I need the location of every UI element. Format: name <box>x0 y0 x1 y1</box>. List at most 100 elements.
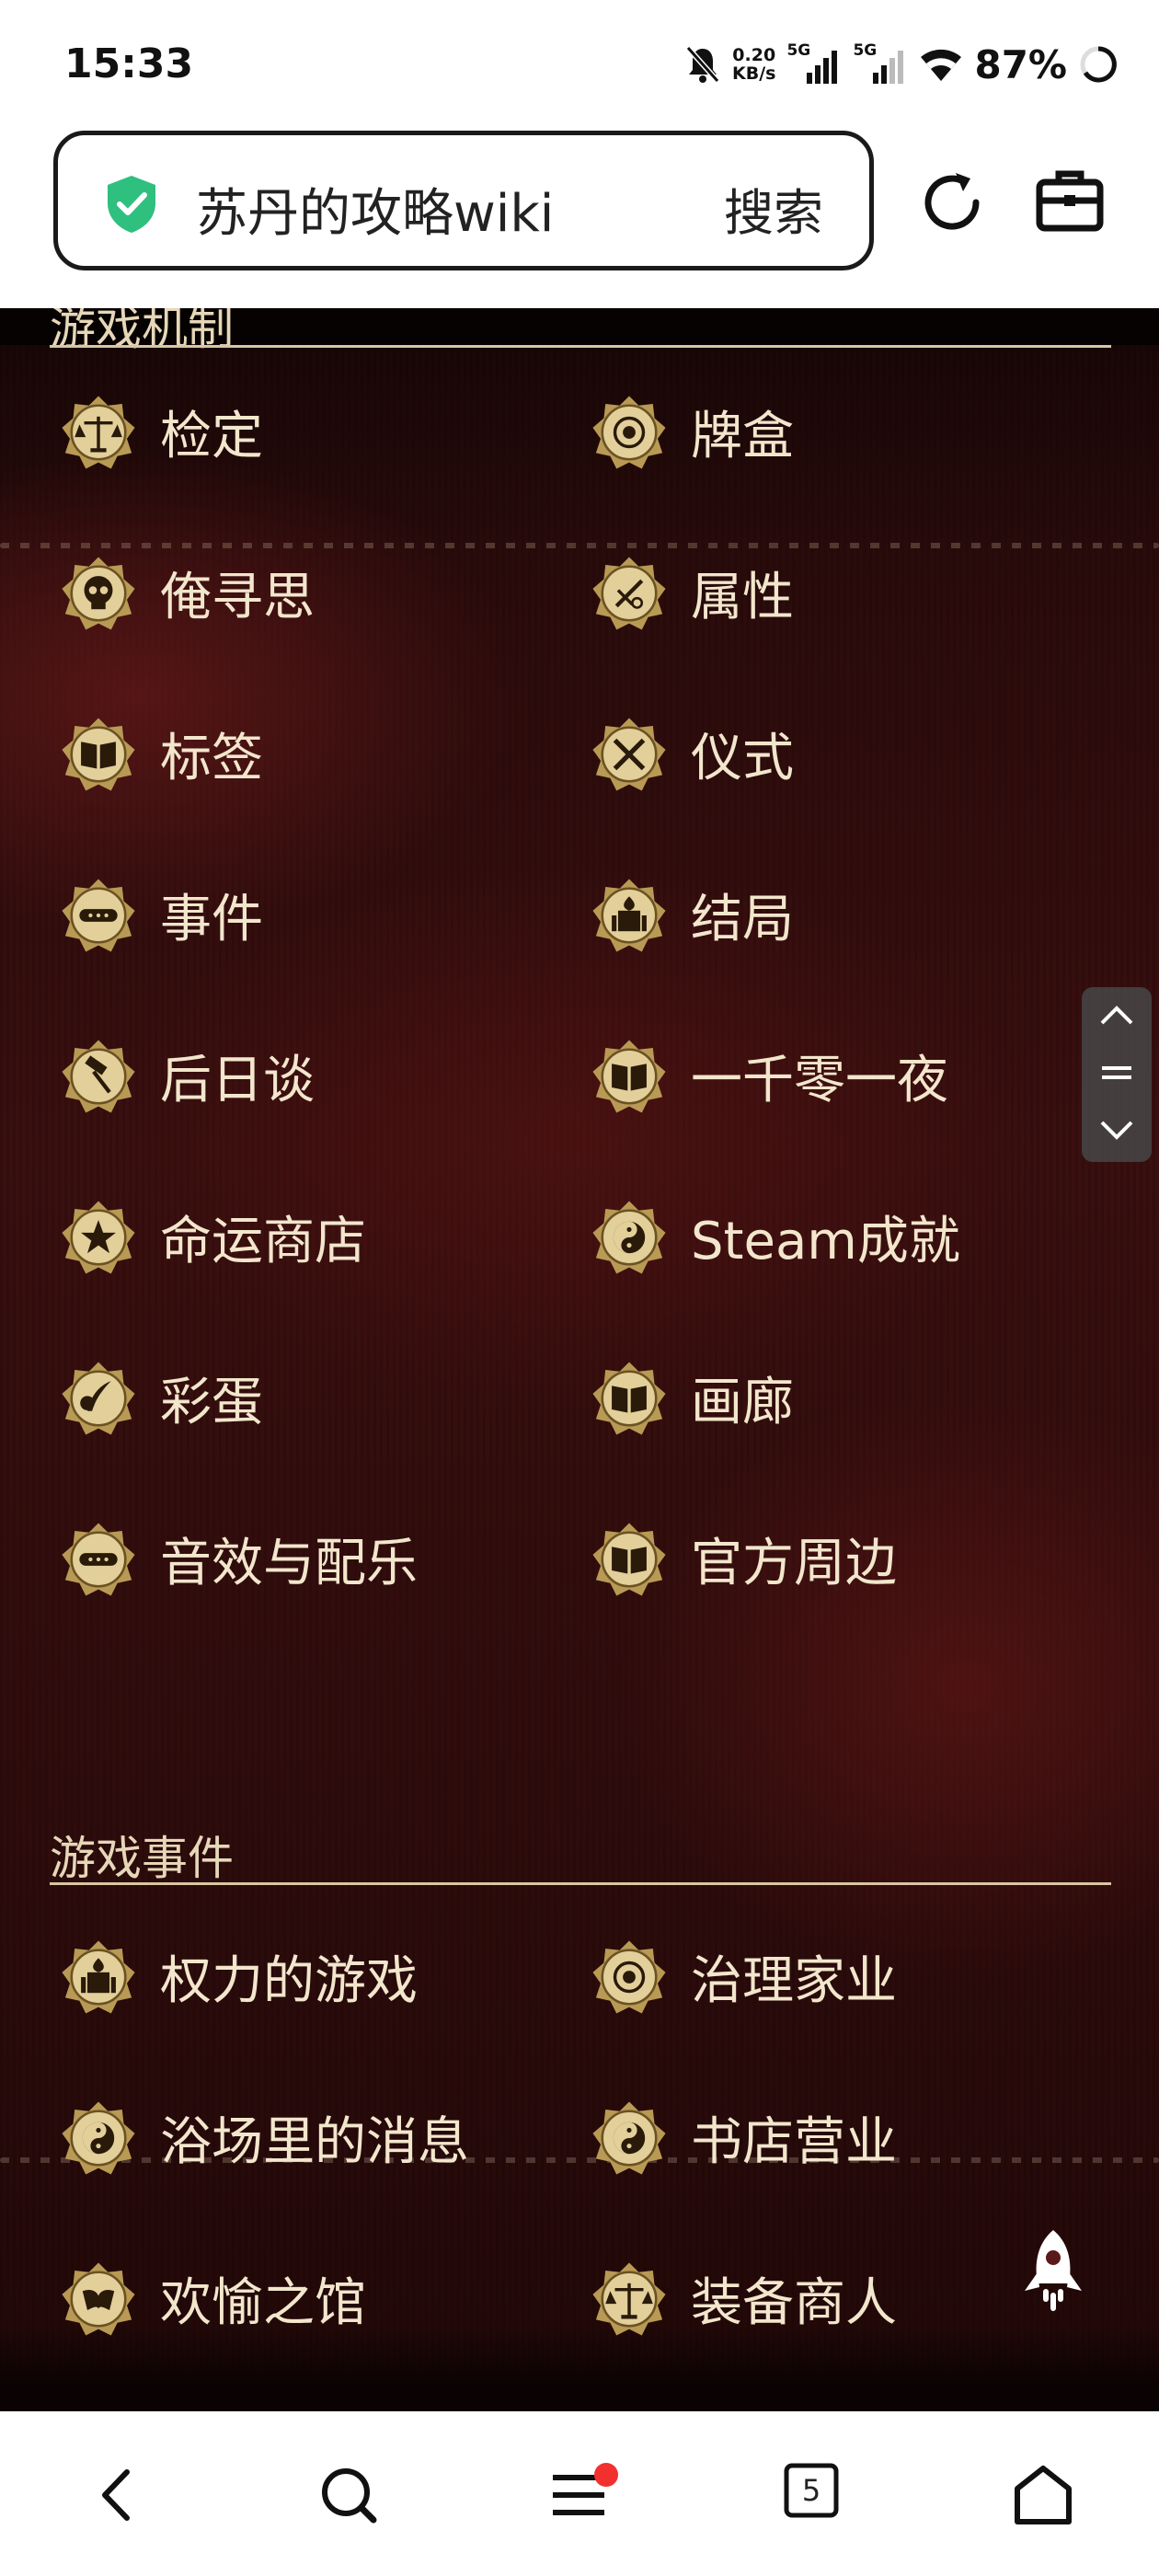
wiki-link-label: 彩蛋 <box>160 1373 263 1432</box>
book-icon <box>590 1359 669 1438</box>
search-button[interactable]: 搜索 <box>724 172 823 245</box>
wiki-link-item[interactable]: 官方周边 <box>580 1478 1107 1639</box>
wiki-link-item[interactable]: 仪式 <box>580 673 1107 834</box>
battery-percent: 87% <box>974 41 1067 87</box>
wiki-link-item[interactable]: 浴场里的消息 <box>50 2057 580 2218</box>
book-icon <box>590 1037 669 1116</box>
tabs-icon[interactable]: 5 <box>784 2463 839 2518</box>
book-icon <box>590 1520 669 1599</box>
tab-count: 5 <box>801 2473 821 2508</box>
wiki-link-item[interactable]: 俺寻思 <box>50 512 580 673</box>
chevron-up-icon[interactable] <box>1098 1001 1135 1032</box>
wiki-link-label: 欢愉之馆 <box>160 2273 366 2333</box>
wiki-link-label: 仪式 <box>691 729 794 788</box>
net-speed-unit: KB/s <box>732 63 776 84</box>
sim2-label: 5G <box>853 41 878 60</box>
status-time: 15:33 <box>64 40 194 87</box>
crossed-swords-icon <box>590 715 669 794</box>
section-divider <box>50 345 1111 348</box>
wiki-link-label: 治理家业 <box>691 1951 897 2011</box>
book-icon <box>59 715 138 794</box>
wiki-link-item[interactable]: 属性 <box>580 512 1107 673</box>
scroll-icon <box>59 876 138 955</box>
site-title: 苏丹的攻略wiki <box>196 184 555 244</box>
wifi-icon <box>919 46 963 83</box>
wiki-link-item[interactable]: 治理家业 <box>580 1896 1107 2057</box>
wiki-link-label: 事件 <box>160 890 263 949</box>
wiki-link-item[interactable]: 画廊 <box>580 1317 1107 1478</box>
wiki-link-item[interactable]: 后日谈 <box>50 995 580 1156</box>
wiki-link-label: 权力的游戏 <box>160 1951 418 2011</box>
wiki-link-item[interactable]: 欢愉之馆 <box>50 2218 580 2379</box>
yin-yang-icon <box>59 2099 138 2178</box>
section-divider <box>50 1882 1111 1885</box>
bottom-navigation: 5 <box>0 2411 1159 2576</box>
wiki-link-label: 音效与配乐 <box>160 1534 418 1593</box>
menu-lines-icon[interactable] <box>1098 1059 1135 1090</box>
shield-check-icon <box>104 174 159 238</box>
wiki-link-item[interactable]: 检定 <box>50 351 580 512</box>
bell-off-icon <box>684 44 721 85</box>
hammer-icon <box>59 1037 138 1116</box>
wiki-link-item[interactable]: 标签 <box>50 673 580 834</box>
section-title-mechanics: 游戏机制 <box>50 308 234 355</box>
wiki-link-label: 一千零一夜 <box>691 1051 948 1110</box>
address-bar[interactable]: 苏丹的攻略wiki 搜索 <box>53 131 874 270</box>
wiki-link-label: 画廊 <box>691 1373 794 1432</box>
skull-icon <box>59 554 138 633</box>
net-speed-value: 0.20 <box>732 45 776 65</box>
palace-icon <box>590 876 669 955</box>
scales-icon <box>59 393 138 472</box>
quill-icon <box>59 1359 138 1438</box>
notification-dot <box>594 2463 618 2487</box>
wiki-link-label: 官方周边 <box>691 1534 897 1593</box>
signal-icon: 5G <box>853 41 908 87</box>
status-icons: 0.20 KB/s 5G 5G 87% <box>684 39 1119 90</box>
wiki-link-label: 属性 <box>691 568 794 627</box>
battery-ring-icon <box>1078 44 1119 85</box>
wiki-link-label: 后日谈 <box>160 1051 315 1110</box>
yin-yang-icon <box>590 1198 669 1277</box>
wiki-link-label: 结局 <box>691 890 794 949</box>
wiki-link-label: 检定 <box>160 407 263 466</box>
wiki-link-label: 装备商人 <box>691 2273 897 2333</box>
home-icon[interactable] <box>1012 2463 1074 2527</box>
scroll-icon <box>59 1520 138 1599</box>
wiki-link-item[interactable]: 彩蛋 <box>50 1317 580 1478</box>
sim1-label: 5G <box>786 41 811 60</box>
scroll-widget <box>1082 987 1152 1162</box>
net-speed: 0.20 KB/s <box>732 46 775 83</box>
status-bar: 15:33 0.20 KB/s 5G 5G 87% <box>0 0 1159 129</box>
wiki-link-item[interactable]: 牌盒 <box>580 351 1107 512</box>
wiki-link-label: 命运商店 <box>160 1212 366 1271</box>
wiki-link-label: 牌盒 <box>691 407 794 466</box>
wiki-link-label: 俺寻思 <box>160 568 315 627</box>
reload-icon[interactable] <box>915 166 989 243</box>
browser-toolbar: 苏丹的攻略wiki 搜索 <box>0 129 1159 308</box>
palace-icon <box>59 1938 138 2017</box>
wiki-link-item[interactable]: 事件 <box>50 834 580 995</box>
wiki-link-item[interactable]: 书店营业 <box>580 2057 1107 2218</box>
toolbox-icon[interactable] <box>1035 167 1105 237</box>
wiki-link-label: Steam成就 <box>691 1212 960 1271</box>
wiki-link-item[interactable]: 权力的游戏 <box>50 1896 580 2057</box>
rocket-icon[interactable] <box>1012 2226 1095 2322</box>
wiki-link-label: 书店营业 <box>691 2112 897 2172</box>
scales-icon <box>590 2260 669 2339</box>
search-icon[interactable] <box>316 2463 381 2527</box>
seal-icon <box>590 393 669 472</box>
section-title-events: 游戏事件 <box>50 1832 234 1885</box>
back-icon[interactable] <box>90 2463 145 2527</box>
wiki-link-item[interactable]: Steam成就 <box>580 1156 1107 1317</box>
mechanics-grid: 检定 牌盒俺寻思 属性标签 仪式事件 结局后日谈 一千零一夜命运商店 Steam成就彩蛋 画廊… <box>50 351 1107 1639</box>
wiki-link-label: 标签 <box>160 729 263 788</box>
wiki-link-item[interactable]: 结局 <box>580 834 1107 995</box>
wiki-link-item[interactable]: 音效与配乐 <box>50 1478 580 1639</box>
chevron-down-icon[interactable] <box>1098 1117 1135 1148</box>
wiki-link-item[interactable]: 命运商店 <box>50 1156 580 1317</box>
wiki-link-label: 浴场里的消息 <box>160 2112 469 2172</box>
seal-icon <box>590 1938 669 2017</box>
wiki-page-content: 游戏机制 检定 牌盒俺寻思 属性标签 仪式事件 结局后日谈 一千零一夜命运商店 Steam成… <box>0 308 1159 2411</box>
sword-icon <box>590 554 669 633</box>
wiki-link-item[interactable]: 一千零一夜 <box>580 995 1107 1156</box>
